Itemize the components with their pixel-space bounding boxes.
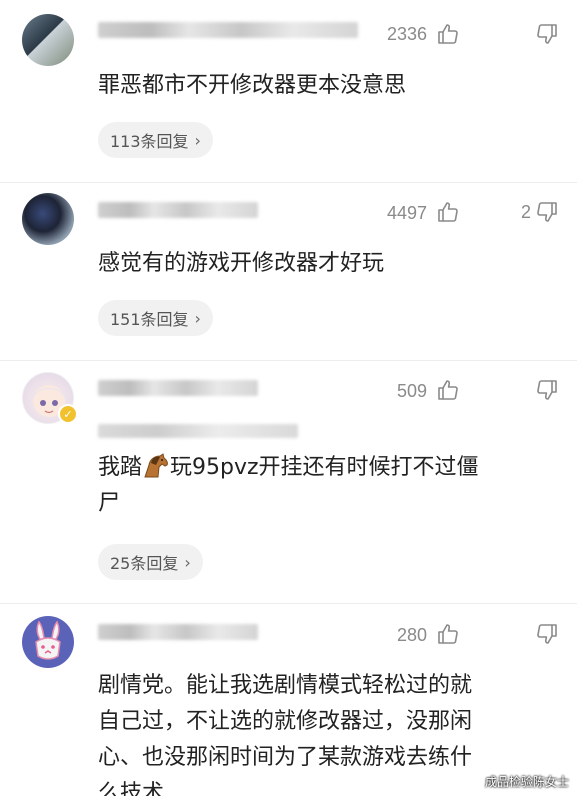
reply-count-button[interactable]: 113条回复 › (98, 122, 213, 158)
divider (0, 360, 577, 361)
like-count: 2336 (386, 24, 427, 44)
comment-text-line: 尸 (98, 491, 121, 516)
chevron-right-icon: › (194, 308, 201, 328)
divider (0, 182, 577, 183)
comment-text-line: 剧情党。能让我选剧情模式轻松过的就 (98, 673, 473, 698)
thumbs-down-icon[interactable] (535, 378, 559, 402)
verified-badge-icon: ✓ (58, 404, 78, 424)
reply-count-button[interactable]: 25条回复 › (98, 544, 203, 580)
comment-text-segment: 我踏 (98, 455, 143, 480)
comment-text: 罪恶都市不开修改器更本没意思 (98, 73, 407, 98)
reply-count-label: 151条回复 (110, 310, 189, 329)
horse-emoji (144, 453, 168, 478)
comment-text-segment: 玩95pvz开挂还有时候打不过僵 (170, 455, 479, 480)
thumbs-up-icon[interactable] (436, 22, 460, 46)
username-blurred[interactable] (98, 380, 258, 396)
thumbs-down-icon[interactable] (535, 22, 559, 46)
reply-count-label: 25条回复 (110, 554, 179, 573)
comment-text: 我踏 玩95pvz开挂还有时候打不过僵 尸 (98, 450, 553, 522)
comment-text-line: 自己过，不让选的就修改器过，没那闲 (98, 709, 473, 734)
comment-text-line: 我踏 玩95pvz开挂还有时候打不过僵 (98, 450, 553, 486)
dislike-control[interactable] (531, 22, 559, 46)
avatar[interactable] (22, 193, 74, 245)
user-title-blurred (98, 424, 298, 438)
like-count: 280 (396, 625, 427, 645)
chevron-right-icon: › (194, 130, 201, 150)
dislike-control[interactable] (531, 378, 559, 402)
chevron-right-icon: › (184, 552, 191, 572)
comment-text: 感觉有的游戏开修改器才好玩 (98, 251, 385, 276)
bunny-avatar-art (35, 620, 61, 660)
thumbs-up-icon[interactable] (436, 378, 460, 402)
like-count: 509 (396, 381, 427, 401)
thumbs-up-icon[interactable] (436, 200, 460, 224)
dislike-control[interactable]: 2 (521, 200, 559, 224)
dislike-control[interactable] (531, 622, 559, 646)
username-blurred[interactable] (98, 202, 258, 218)
thumbs-down-icon[interactable] (535, 200, 559, 224)
divider (0, 603, 577, 604)
thumbs-down-icon[interactable] (535, 622, 559, 646)
watermark: 成品检验陈女士 (484, 775, 569, 789)
avatar[interactable] (22, 616, 74, 668)
like-count: 4497 (386, 203, 427, 223)
avatar[interactable] (22, 14, 74, 66)
username-blurred[interactable] (98, 624, 258, 640)
comment-text-line: 心、也没那闲时间为了某款游戏去练什 (98, 745, 473, 770)
dislike-count: 2 (520, 201, 531, 222)
reply-count-label: 113条回复 (110, 132, 189, 151)
thumbs-up-icon[interactable] (436, 622, 460, 646)
username-blurred[interactable] (98, 22, 358, 38)
reply-count-button[interactable]: 151条回复 › (98, 300, 213, 336)
